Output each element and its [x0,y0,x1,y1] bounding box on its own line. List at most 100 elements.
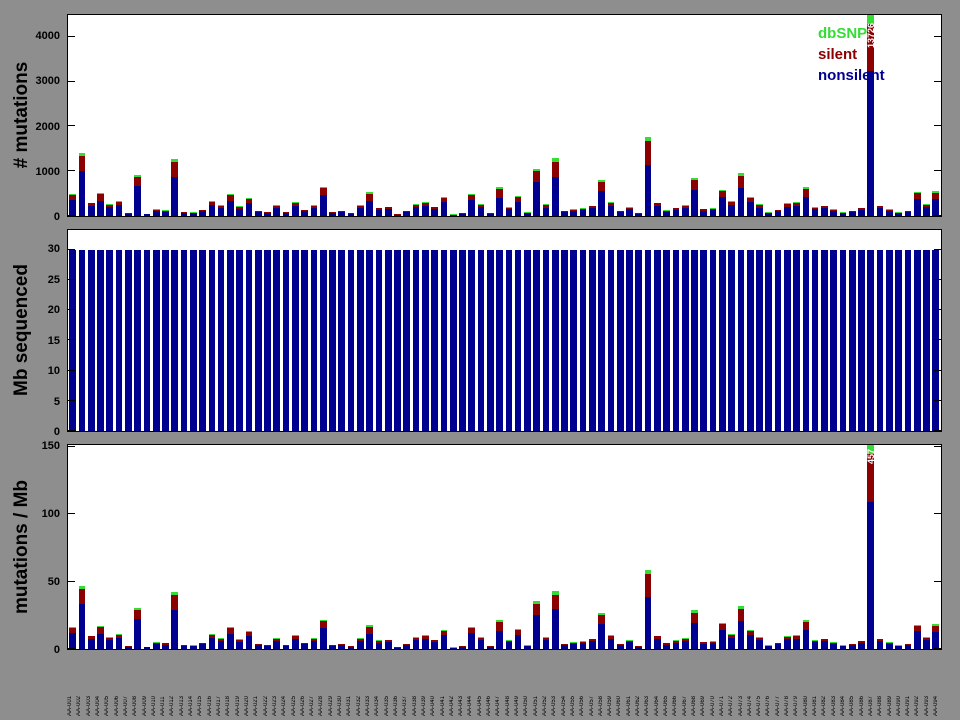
bar-slot [829,230,838,431]
bar-segment [320,195,327,216]
bar-stack [747,197,754,216]
bar-segment [459,647,466,649]
bar-segment [598,250,605,431]
bar-segment [348,647,355,649]
bar-slot [476,230,485,431]
bar-slot [291,445,300,649]
y-tick-mark [934,81,941,82]
bar-stack [858,641,865,649]
bar-slot [792,15,801,216]
bar-stack [561,644,568,649]
bar-segment [255,212,262,216]
bar-segment [626,209,633,216]
bar-segment [468,200,475,216]
bar-segment [691,180,698,190]
bar-segment [570,644,577,649]
bar-slot [105,15,114,216]
bar-stack [635,213,642,216]
bar-stack [134,250,141,431]
bar-slot [337,15,346,216]
bar-stack [106,250,113,431]
bar-slot [597,445,606,649]
bar-slot [170,230,179,431]
bar-segment [366,627,373,634]
bar-segment [617,645,624,649]
bar-slot [811,230,820,431]
bar-segment [756,640,763,649]
x-tick-label: AA-067 [682,654,691,716]
bar-segment [803,197,810,216]
bar-stack [116,201,123,216]
bar-stack [441,250,448,431]
bar-segment [478,207,485,216]
x-tick-label: AA-077 [775,654,784,716]
bar-segment [171,177,178,216]
bar-stack [654,203,661,216]
bar-stack [700,209,707,216]
x-tick-label: AA-045 [477,654,486,716]
bar-segment [673,250,680,431]
bar-stack [468,250,475,431]
bar-segment [496,198,503,216]
bar-slot [718,15,727,216]
bar-slot [746,15,755,216]
bar-slot [792,230,801,431]
bar-stack [283,645,290,649]
bar-stack [673,250,680,431]
bar-stack [932,624,939,649]
y-axis-mb-sequenced: 051015202530 [21,229,67,432]
bar-segment [496,631,503,649]
y-tick-mark [934,370,941,371]
x-tick-label: AA-093 [924,654,933,716]
bar-stack [227,194,234,216]
bar-segment [803,189,810,197]
bar-segment [552,595,559,610]
bar-slot [848,445,857,649]
x-tick-label: AA-057 [589,654,598,716]
bar-segment [738,621,745,649]
panel-num-mutations: 01000200030004000 dbSNP silent nonsilent… [67,14,942,217]
bar-stack [543,250,550,431]
bar-slot [820,230,829,431]
bar-slot [541,15,550,216]
bar-stack [580,250,587,431]
x-tick-label: AA-064 [654,654,663,716]
bar-segment [645,597,652,649]
plot-area-mutations-per-mb: 457 [67,444,942,650]
bar-slot [87,230,96,431]
bar-stack [171,159,178,216]
bar-segment [218,250,225,431]
bar-segment [877,641,884,649]
bar-slot [514,15,523,216]
x-tick-label: AA-051 [533,654,542,716]
bar-slot [699,15,708,216]
bar-slot [319,230,328,431]
bar-stack [747,250,754,431]
bar-stack [153,250,160,431]
bar-slot [458,230,467,431]
bar-segment [171,610,178,649]
bar-slot [328,445,337,649]
bar-slot [820,445,829,649]
bar-slot [124,15,133,216]
bar-stack [218,638,225,649]
bar-stack [877,639,884,649]
bar-slot [903,230,912,431]
bar-segment [348,214,355,216]
bar-stack [691,250,698,431]
bar-stack [478,637,485,649]
bar-stack [69,250,76,431]
bar-segment [654,250,661,431]
x-tick-label: AA-048 [505,654,514,716]
bar-segment [561,645,568,649]
bar-slot [300,230,309,431]
bar-stack [348,213,355,216]
x-tick-label: AA-005 [104,654,113,716]
bar-slot [755,230,764,431]
bar-segment [691,613,698,623]
bar-segment [144,647,151,649]
bar-segment [580,250,587,431]
bar-segment [478,640,485,649]
bar-slot [690,15,699,216]
bar-stack [329,250,336,431]
